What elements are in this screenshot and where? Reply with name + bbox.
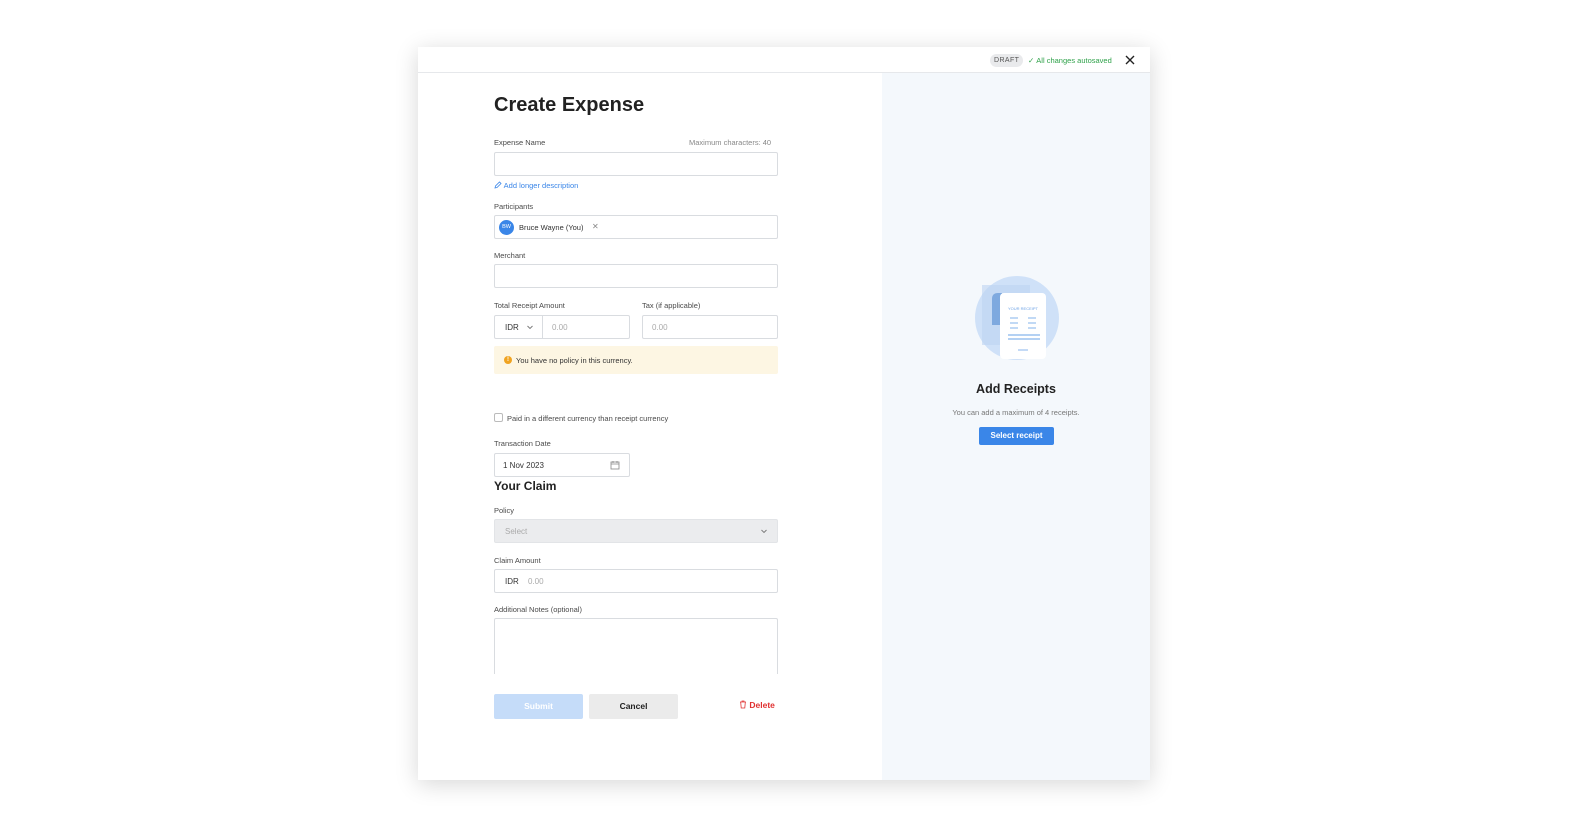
transaction-date-label: Transaction Date	[494, 439, 551, 448]
tax-label: Tax (if applicable)	[642, 301, 701, 310]
add-receipts-title: Add Receipts	[976, 382, 1056, 396]
remove-participant-icon[interactable]: ✕	[592, 222, 599, 231]
additional-notes-label: Additional Notes (optional)	[494, 605, 582, 614]
add-description-link[interactable]: Add longer description	[494, 181, 578, 190]
submit-button[interactable]: Submit	[494, 694, 583, 719]
max-characters-hint: Maximum characters: 40	[689, 138, 772, 147]
delete-button[interactable]: Delete	[739, 700, 775, 710]
autosave-status: ✓ All changes autosaved	[1028, 54, 1112, 67]
receipts-panel: YOUR RECEIPT Add Receipts You can add a …	[882, 73, 1150, 780]
total-receipt-amount-field: IDR 0.00	[494, 315, 630, 339]
trash-icon	[740, 700, 746, 709]
participants-label: Participants	[494, 202, 534, 211]
transaction-date-input[interactable]: 1 Nov 2023	[494, 453, 630, 477]
delete-label: Delete	[749, 700, 775, 710]
modal-topbar: DRAFT ✓ All changes autosaved	[418, 47, 1150, 73]
your-claim-heading: Your Claim	[494, 479, 557, 493]
pencil-icon	[494, 181, 502, 189]
transaction-date-value: 1 Nov 2023	[503, 461, 544, 470]
claim-currency: IDR	[505, 577, 519, 586]
currency-warning: ! You have no policy in this currency.	[494, 346, 778, 374]
currency-select[interactable]: IDR	[495, 316, 543, 338]
claim-amount-placeholder: 0.00	[528, 577, 544, 586]
expense-name-input[interactable]	[494, 152, 778, 176]
cancel-button[interactable]: Cancel	[589, 694, 678, 719]
check-icon: ✓	[1028, 56, 1035, 65]
tax-placeholder: 0.00	[652, 323, 668, 332]
receipt-illustration: YOUR RECEIPT	[975, 276, 1059, 360]
claim-amount-label: Claim Amount	[494, 556, 541, 565]
policy-select[interactable]: Select	[494, 519, 778, 543]
create-expense-modal: DRAFT ✓ All changes autosaved Create Expe…	[418, 47, 1150, 780]
different-currency-checkbox[interactable]	[494, 413, 503, 422]
autosave-text: All changes autosaved	[1036, 56, 1112, 65]
chevron-down-icon	[761, 529, 767, 534]
receipts-limit-text: You can add a maximum of 4 receipts.	[952, 408, 1080, 417]
tax-input[interactable]: 0.00	[642, 315, 778, 339]
draft-badge: DRAFT	[990, 54, 1024, 67]
page-title: Create Expense	[494, 94, 645, 116]
claim-amount-input[interactable]: IDR 0.00	[494, 569, 778, 593]
receipt-illustration-text: YOUR RECEIPT	[1008, 306, 1039, 311]
participant-chip-name: Bruce Wayne (You)	[519, 223, 584, 232]
total-amount-input[interactable]: 0.00	[552, 323, 568, 332]
add-description-label: Add longer description	[503, 181, 579, 190]
chevron-down-icon	[527, 325, 533, 330]
different-currency-label: Paid in a different currency than receip…	[507, 414, 669, 423]
close-icon[interactable]	[1123, 53, 1137, 67]
participants-field[interactable]: BW Bruce Wayne (You) ✕	[494, 215, 778, 239]
currency-value: IDR	[505, 323, 519, 332]
warning-text: You have no policy in this currency.	[516, 356, 633, 365]
info-icon: !	[504, 356, 512, 364]
expense-form-panel: Create Expense Expense Name Maximum char…	[418, 73, 882, 780]
calendar-icon[interactable]	[610, 460, 620, 470]
select-receipt-button[interactable]: Select receipt	[979, 427, 1054, 445]
total-receipt-amount-label: Total Receipt Amount	[494, 301, 565, 310]
policy-label: Policy	[494, 506, 515, 515]
policy-placeholder: Select	[505, 527, 528, 536]
avatar: BW	[499, 220, 514, 235]
merchant-input[interactable]	[494, 264, 778, 288]
merchant-label: Merchant	[494, 251, 526, 260]
additional-notes-textarea[interactable]	[494, 618, 778, 674]
expense-name-label: Expense Name	[494, 138, 546, 147]
